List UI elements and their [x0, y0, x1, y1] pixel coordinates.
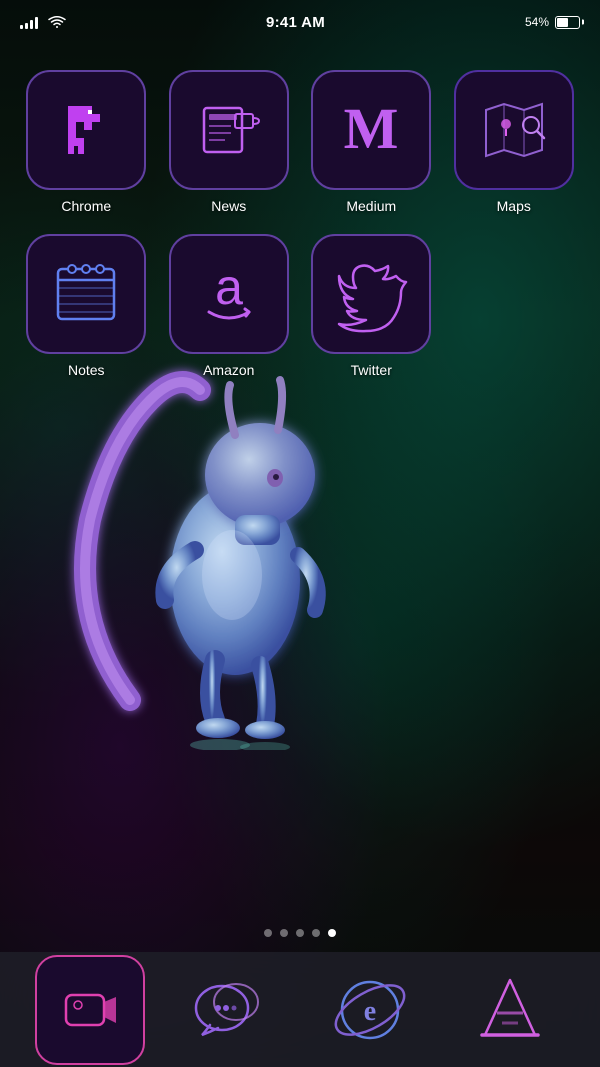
app-news[interactable]: News — [163, 70, 296, 214]
svg-text:e: e — [364, 996, 376, 1027]
medium-label: Medium — [346, 198, 396, 214]
amazon-label: Amazon — [203, 362, 254, 378]
battery-area: 54% — [525, 15, 580, 29]
page-dot-2[interactable] — [296, 929, 304, 937]
news-label: News — [211, 198, 246, 214]
wifi-icon — [48, 15, 66, 29]
dock-explorer[interactable]: e — [315, 955, 425, 1065]
page-dots — [0, 929, 600, 937]
app-amazon[interactable]: a Amazon — [163, 234, 296, 378]
notes-label: Notes — [68, 362, 105, 378]
svg-text:M: M — [344, 96, 399, 161]
app-twitter[interactable]: Twitter — [305, 234, 438, 378]
notes-icon[interactable] — [26, 234, 146, 354]
app-chrome[interactable]: Chrome — [20, 70, 153, 214]
svg-text:a: a — [215, 259, 243, 315]
chrome-icon[interactable] — [26, 70, 146, 190]
page-dot-4[interactable] — [328, 929, 336, 937]
twitter-label: Twitter — [351, 362, 392, 378]
clock: 9:41 AM — [266, 14, 325, 31]
app-grid: Chrome News M Medium — [0, 60, 600, 388]
page-dot-0[interactable] — [264, 929, 272, 937]
app-medium[interactable]: M Medium — [305, 70, 438, 214]
cellular-signal — [20, 15, 38, 29]
maps-icon[interactable] — [454, 70, 574, 190]
battery-icon — [555, 16, 580, 29]
signal-area — [20, 15, 66, 29]
maps-label: Maps — [497, 198, 531, 214]
dock-vlc[interactable] — [455, 955, 565, 1065]
twitter-icon[interactable] — [311, 234, 431, 354]
vlc-icon[interactable] — [455, 955, 565, 1065]
dock: e — [0, 952, 600, 1067]
signal-bar-1 — [20, 25, 23, 29]
battery-fill — [557, 18, 568, 27]
status-bar: 9:41 AM 54% — [0, 0, 600, 44]
battery-percentage: 54% — [525, 15, 549, 29]
news-icon[interactable] — [169, 70, 289, 190]
dock-messages[interactable] — [175, 955, 285, 1065]
messages-icon[interactable] — [175, 955, 285, 1065]
facetime-icon[interactable] — [35, 955, 145, 1065]
signal-bar-4 — [35, 17, 38, 29]
page-dot-1[interactable] — [280, 929, 288, 937]
amazon-icon[interactable]: a — [169, 234, 289, 354]
chrome-label: Chrome — [61, 198, 111, 214]
medium-icon[interactable]: M — [311, 70, 431, 190]
app-maps[interactable]: Maps — [448, 70, 581, 214]
explorer-icon[interactable]: e — [315, 955, 425, 1065]
page-dot-3[interactable] — [312, 929, 320, 937]
dock-facetime[interactable] — [35, 955, 145, 1065]
signal-bar-3 — [30, 20, 33, 29]
signal-bar-2 — [25, 23, 28, 29]
app-notes[interactable]: Notes — [20, 234, 153, 378]
